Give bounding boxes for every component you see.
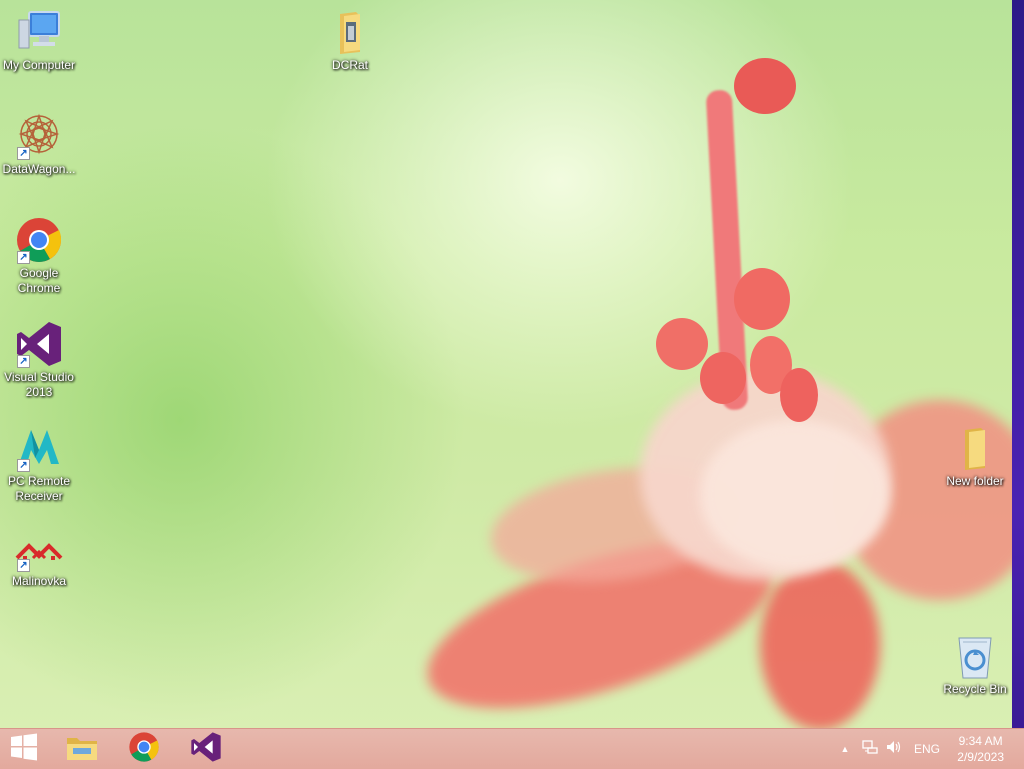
desktop-icon-label: DCRat (331, 58, 368, 72)
speaker-icon (886, 739, 902, 760)
taskbar-file-explorer-button[interactable] (54, 729, 110, 769)
chevron-up-icon: ▲ (840, 744, 850, 754)
desktop-icon-label: My Computer (2, 58, 76, 72)
desktop-icon-label: Recycle Bin (943, 682, 1007, 696)
desktop-icon-new-folder[interactable]: New folder (936, 424, 1014, 489)
desktop-background[interactable]: My Computer ↗ DataWagon... ↗ Google Chro… (0, 0, 1024, 728)
computer-icon (15, 8, 63, 56)
shortcut-arrow-icon: ↗ (17, 251, 30, 264)
desktop-icon-label: PC Remote Receiver (7, 474, 71, 503)
shortcut-arrow-icon: ↗ (17, 147, 30, 160)
windows-logo-icon (10, 733, 38, 766)
desktop-icon-label: New folder (946, 474, 1004, 488)
volume-tray-button[interactable] (884, 729, 904, 769)
file-explorer-icon (65, 732, 99, 767)
desktop-icon-label: Visual Studio 2013 (4, 370, 74, 399)
language-label: ENG (913, 742, 940, 756)
desktop-icon-datawagon[interactable]: ↗ DataWagon... (0, 112, 78, 177)
chrome-icon (128, 731, 160, 768)
malinovka-icon: ↗ (15, 536, 63, 572)
start-button[interactable] (0, 729, 48, 769)
right-edge-charms-strip (1012, 0, 1024, 728)
network-icon (862, 739, 878, 760)
desktop-icon-google-chrome[interactable]: ↗ Google Chrome (0, 216, 78, 296)
desktop-icon-dcrat-folder[interactable]: DCRat (311, 8, 389, 73)
folder-icon (326, 8, 374, 56)
chrome-icon: ↗ (15, 216, 63, 264)
visual-studio-icon (190, 731, 222, 768)
taskbar: ▲ ENG 9:34 AM 2/9/2023 (0, 728, 1024, 769)
datawagon-icon: ↗ (15, 112, 63, 160)
clock-time: 9:34 AM (958, 734, 1003, 748)
pc-remote-icon: ↗ (15, 424, 63, 472)
shortcut-arrow-icon: ↗ (17, 559, 30, 572)
desktop-icon-pc-remote-receiver[interactable]: ↗ PC Remote Receiver (0, 424, 78, 504)
show-hidden-icons-button[interactable]: ▲ (838, 729, 852, 769)
desktop-icon-label: Malinovka (11, 574, 67, 588)
desktop-icon-recycle-bin[interactable]: Recycle Bin (936, 632, 1014, 697)
desktop-icon-malinovka[interactable]: ↗ Malinovka (0, 536, 78, 589)
taskbar-visual-studio-button[interactable] (178, 729, 234, 769)
desktop-icon-label: Google Chrome (17, 266, 61, 295)
language-indicator[interactable]: ENG (912, 729, 942, 769)
desktop-icon-label: DataWagon... (2, 162, 76, 176)
network-tray-button[interactable] (860, 729, 880, 769)
visual-studio-icon: ↗ (15, 320, 63, 368)
shortcut-arrow-icon: ↗ (17, 459, 30, 472)
clock-date: 2/9/2023 (957, 750, 1004, 764)
recycle-bin-icon (951, 632, 999, 680)
desktop-icon-visual-studio-2013[interactable]: ↗ Visual Studio 2013 (0, 320, 78, 400)
taskbar-chrome-button[interactable] (116, 729, 172, 769)
folder-icon (951, 424, 999, 472)
clock[interactable]: 9:34 AM 2/9/2023 (957, 733, 1004, 765)
desktop-icon-my-computer[interactable]: My Computer (0, 8, 78, 73)
shortcut-arrow-icon: ↗ (17, 355, 30, 368)
